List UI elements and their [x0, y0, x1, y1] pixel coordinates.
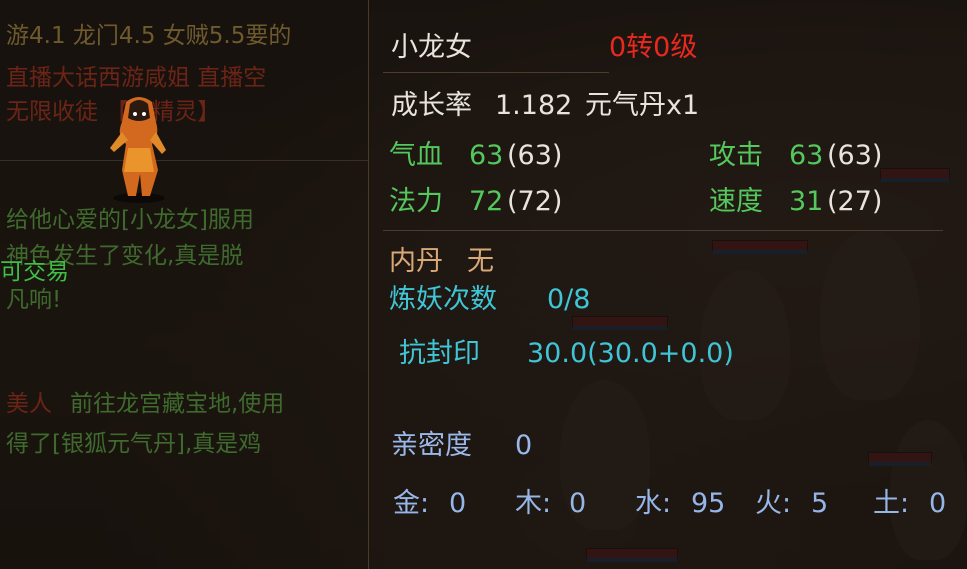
mp-base: (72) — [507, 186, 563, 217]
kangfeng-label: 抗封印 — [399, 338, 480, 369]
chat-line: 美人 — [6, 391, 52, 417]
element-water-value: 95 — [691, 488, 726, 519]
intimacy-value: 0 — [515, 430, 533, 461]
element-fire-label: 火: — [755, 488, 792, 519]
speed-label: 速度 — [709, 186, 763, 217]
chat-divider — [0, 160, 368, 161]
neidan-label: 内丹 — [389, 246, 443, 277]
pet-name: 小龙女 — [391, 32, 472, 63]
element-metal-label: 金: — [393, 488, 430, 519]
intimacy-label: 亲密度 — [391, 430, 472, 461]
chat-line: 给他心爱的[小龙女]服用 — [6, 207, 254, 233]
growth-value: 1.182 — [495, 90, 573, 121]
chat-line: 凡响! — [6, 287, 62, 313]
yuanqi-dan: 元气丹x1 — [585, 90, 700, 121]
mp-value: 72 — [469, 186, 504, 217]
mp-label: 法力 — [389, 186, 443, 217]
neidan-value: 无 — [467, 246, 494, 277]
hp-label: 气血 — [389, 140, 443, 171]
element-earth-label: 土: — [873, 488, 910, 519]
attack-value: 63 — [789, 140, 824, 171]
chat-line: 无限收徒 【刷精灵】 — [6, 99, 221, 125]
element-wood-label: 木: — [515, 488, 552, 519]
element-earth-value: 0 — [929, 488, 947, 519]
kangfeng-value: 30.0(30.0+0.0) — [527, 338, 734, 369]
element-fire-value: 5 — [811, 488, 829, 519]
hp-base: (63) — [507, 140, 563, 171]
pet-info-panel: 小龙女 0转0级 成长率 1.182 元气丹x1 气血 63 (63) 攻击 6… — [369, 0, 967, 569]
pet-sprite-icon — [110, 97, 166, 203]
element-water-label: 水: — [635, 488, 672, 519]
rebirth-level: 0转0级 — [609, 32, 698, 63]
lianyao-label: 炼妖次数 — [389, 284, 497, 315]
growth-label: 成长率 — [391, 90, 472, 121]
divider — [383, 72, 609, 73]
attack-base: (63) — [827, 140, 883, 171]
chat-line: 得了[银狐元气丹],真是鸡 — [6, 431, 262, 457]
speed-value: 31 — [789, 186, 824, 217]
chat-line: 前往龙宫藏宝地,使用 — [70, 391, 285, 417]
divider — [383, 230, 943, 231]
hp-value: 63 — [469, 140, 504, 171]
speed-base: (27) — [827, 186, 883, 217]
element-metal-value: 0 — [449, 488, 467, 519]
attack-label: 攻击 — [709, 140, 763, 171]
chat-log-panel[interactable]: 游4.1 龙门4.5 女贼5.5要的 直播大话西游咸姐 直播空 无限收徒 【刷精… — [0, 0, 369, 569]
chat-line: 游4.1 龙门4.5 女贼5.5要的 — [6, 23, 292, 49]
chat-line: 直播大话西游咸姐 直播空 — [6, 65, 267, 91]
element-wood-value: 0 — [569, 488, 587, 519]
lianyao-value: 0/8 — [547, 284, 591, 315]
